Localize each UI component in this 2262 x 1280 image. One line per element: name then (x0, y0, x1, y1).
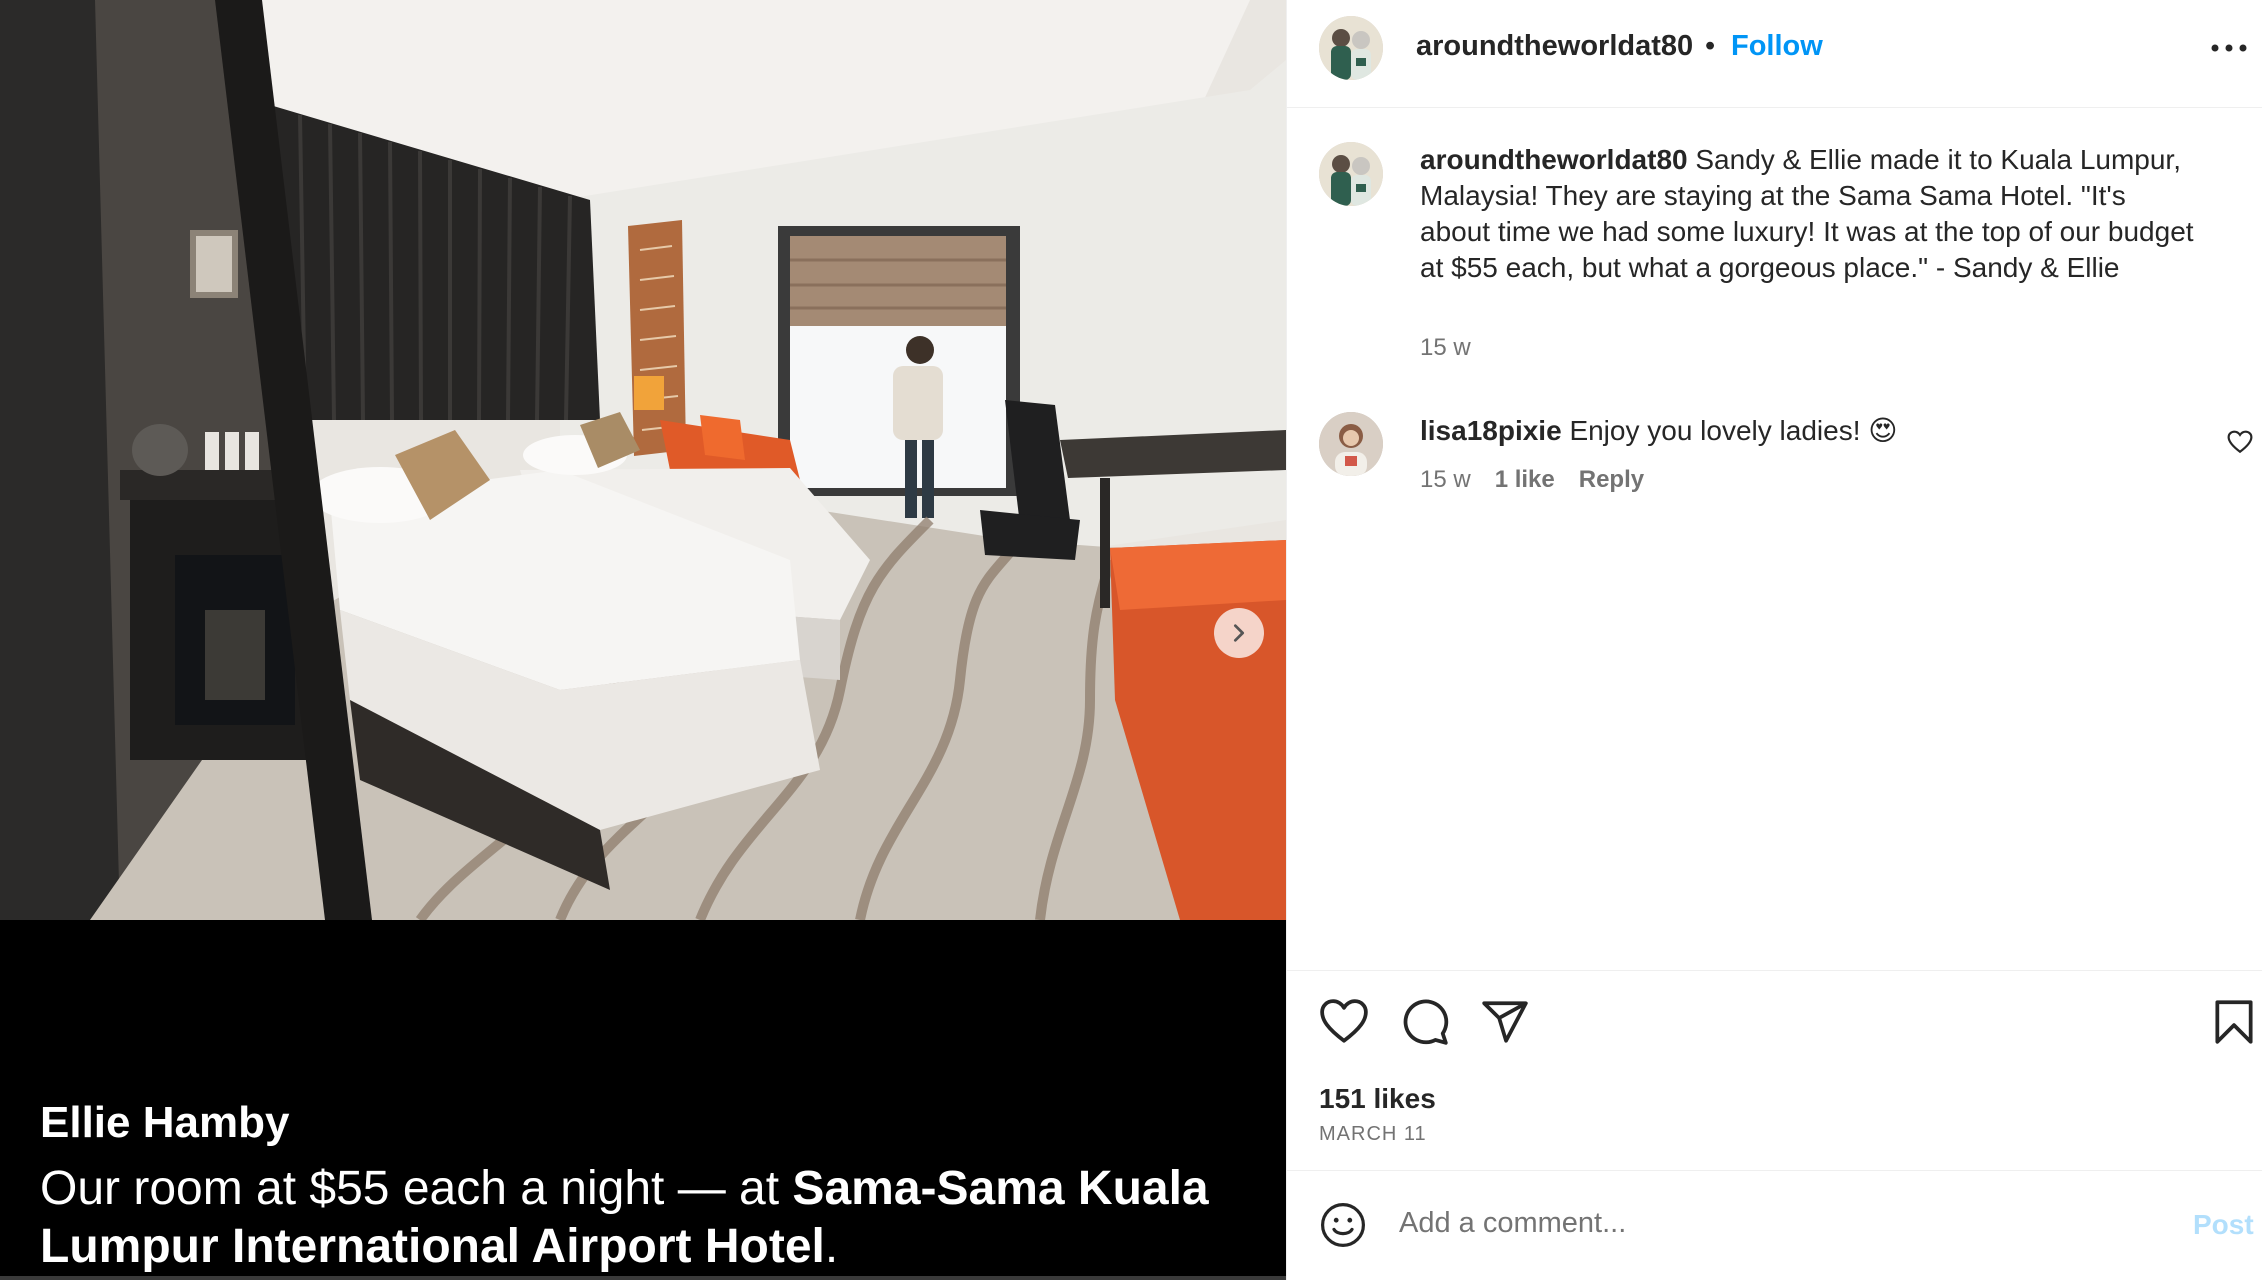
post-date[interactable]: MARCH 11 (1319, 1123, 1427, 1146)
like-button[interactable] (1319, 997, 1369, 1047)
comment-reply-button[interactable]: Reply (1579, 466, 1644, 494)
chevron-right-icon (1233, 624, 1245, 642)
post-comment-button[interactable]: Post (2193, 1209, 2254, 1241)
media-caption-text: Our room at $55 each a night — at Sama-S… (40, 1160, 1260, 1276)
header-separator: • (1705, 30, 1716, 62)
comment-timestamp[interactable]: 15 w (1420, 466, 1471, 494)
emoji-button[interactable] (1319, 1201, 1367, 1249)
more-options-button[interactable] (2209, 34, 2249, 54)
caption-body: aroundtheworldat80 Sandy & Ellie made it… (1420, 142, 2200, 286)
author-avatar[interactable] (1319, 16, 1383, 80)
media-caption-suffix: . (824, 1220, 839, 1273)
share-icon (1482, 1001, 1528, 1043)
bookmark-icon (2215, 1000, 2253, 1044)
comment-input[interactable] (1399, 1195, 2099, 1251)
comment-username[interactable]: lisa18pixie (1420, 415, 1562, 446)
comment-button[interactable] (1400, 997, 1450, 1047)
post-header: aroundtheworldat80 • Follow (1287, 0, 2262, 108)
follow-button[interactable]: Follow (1731, 30, 1823, 63)
media-caption-name: Ellie Hamby (40, 1098, 290, 1147)
comment-icon (1403, 999, 1449, 1045)
post-side-panel: aroundtheworldat80 • Follow aroundthewor… (1286, 0, 2262, 1280)
commenter-avatar[interactable] (1319, 412, 1383, 476)
comment-likes-count[interactable]: 1 like (1495, 466, 1555, 494)
media-bottom-strip (0, 1276, 1286, 1280)
heart-icon (2227, 430, 2253, 454)
hotel-room-photo (0, 0, 1286, 920)
share-button[interactable] (1480, 997, 1530, 1047)
next-photo-button[interactable] (1214, 608, 1264, 658)
add-comment-bar: Post (1287, 1170, 2262, 1280)
more-horizontal-icon (2211, 44, 2247, 52)
comment-body: lisa18pixie Enjoy you lovely ladies! 😍 (1420, 414, 2180, 448)
likes-count[interactable]: 151 likes (1319, 1083, 1436, 1115)
caption-author-avatar[interactable] (1319, 142, 1383, 206)
post-actions: 151 likes MARCH 11 (1287, 970, 2262, 1170)
post-media: Ellie Hamby Our room at $55 each a night… (0, 0, 1286, 1280)
emoji-icon (1321, 1203, 1365, 1247)
media-caption-prefix: Our room at $55 each a night — at (40, 1162, 793, 1215)
media-caption-overlay: Ellie Hamby Our room at $55 each a night… (0, 920, 1286, 1280)
heart-icon (1320, 999, 1368, 1043)
caption-timestamp[interactable]: 15 w (1420, 334, 1471, 362)
comment-text: Enjoy you lovely ladies! 😍 (1569, 415, 1898, 446)
caption-username[interactable]: aroundtheworldat80 (1420, 144, 1688, 175)
author-username[interactable]: aroundtheworldat80 (1416, 30, 1693, 63)
comment-like-button[interactable] (2227, 430, 2253, 454)
comment-meta: 15 w 1 like Reply (1420, 466, 1644, 494)
save-button[interactable] (2209, 997, 2259, 1047)
